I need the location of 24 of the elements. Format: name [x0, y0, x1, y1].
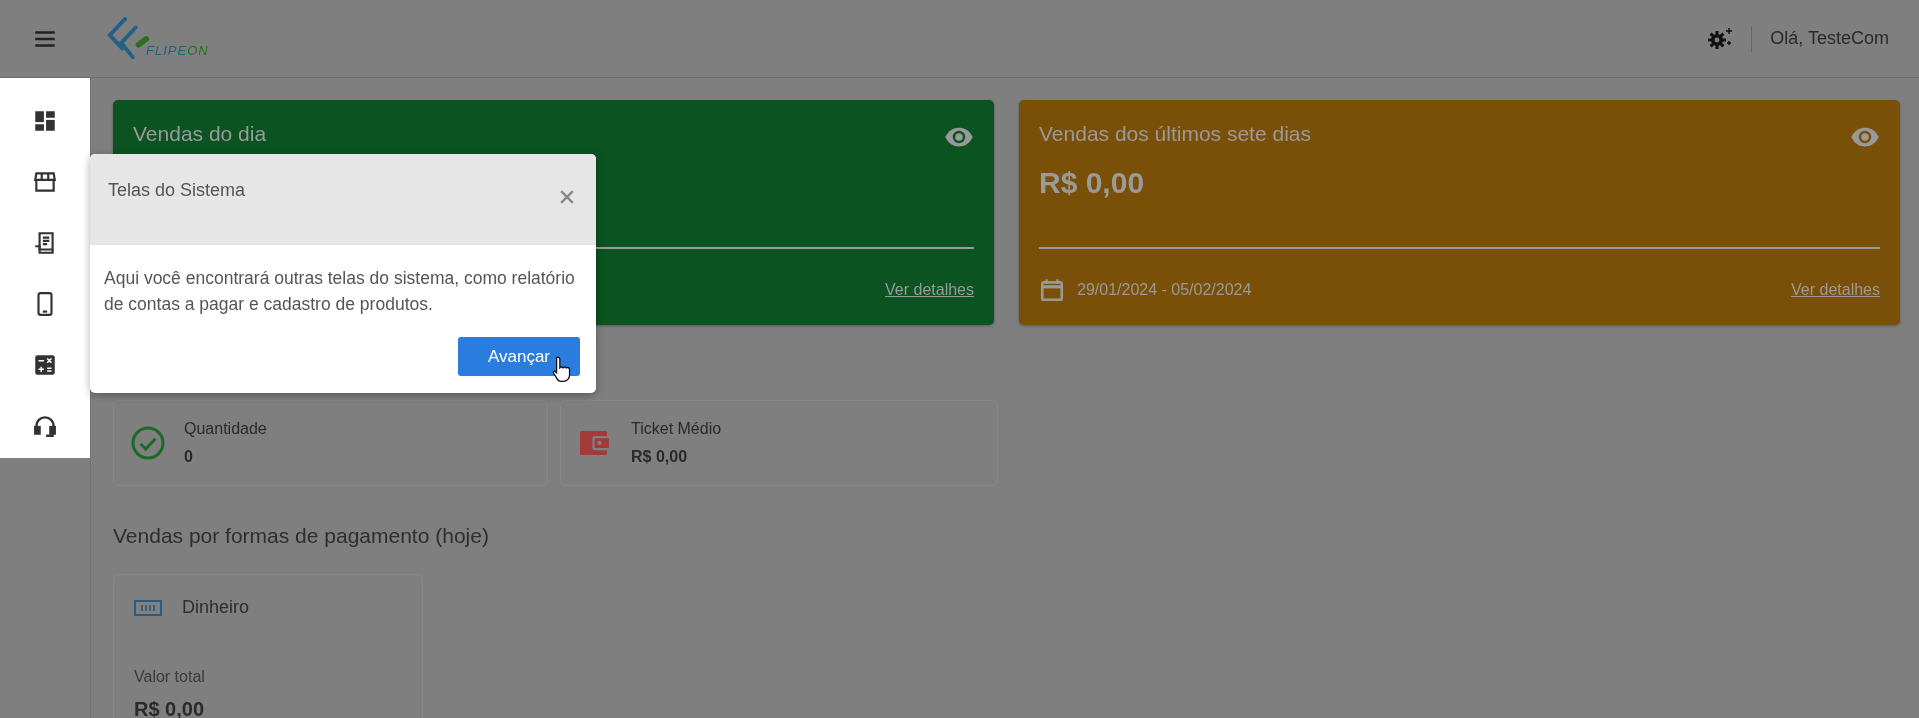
sales-amount: R$ 0,00	[1039, 166, 1146, 200]
next-button[interactable]: Avançar	[458, 337, 580, 376]
settings-icon[interactable]	[1707, 26, 1734, 51]
stat-label: Quantidade	[184, 420, 267, 438]
check-circle-icon	[130, 425, 166, 461]
total-label: Valor total	[134, 668, 206, 686]
popover-title: Telas do Sistema	[108, 180, 246, 201]
user-greeting: Olá, TesteCom	[1770, 28, 1889, 49]
logo-wordmark: FLIPEON	[146, 42, 209, 58]
stat-value: 0	[184, 448, 194, 466]
card-title: Vendas do dia	[133, 122, 267, 146]
hand-cursor-icon	[551, 355, 573, 383]
date-range: 29/01/2024 - 05/02/2024	[1077, 281, 1252, 299]
popover-text: Aqui você encontrará outras telas do sistema, como relatório de contas a pagar e cadastro de produtos.	[104, 267, 576, 316]
payment-method: Dinheiro	[182, 597, 250, 618]
stat-value: R$ 0,00	[631, 448, 689, 466]
calendar-icon	[1039, 277, 1065, 303]
section-heading: Vendas por formas de pagamento (hoje)	[113, 524, 490, 548]
close-icon[interactable]	[560, 190, 574, 204]
details-link[interactable]: Ver detalhes	[1791, 281, 1880, 299]
details-link[interactable]: Ver detalhes	[885, 281, 974, 299]
banknote-icon	[134, 597, 162, 618]
card-title: Vendas dos últimos sete dias	[1039, 122, 1311, 146]
stat-label: Ticket Médio	[631, 420, 722, 438]
